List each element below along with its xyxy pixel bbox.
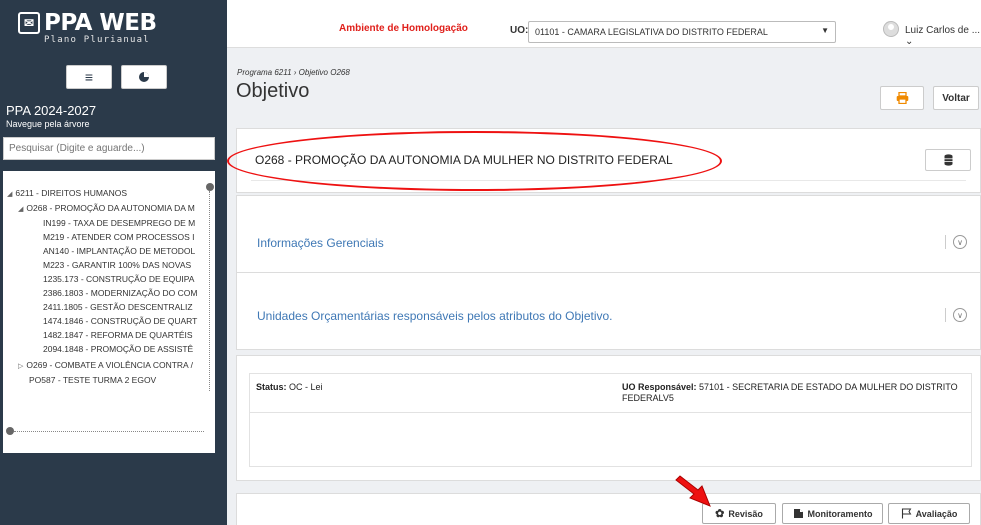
units-card: Unidades Orçamentárias responsáveis pelo…	[236, 272, 981, 350]
avaliacao-button[interactable]: Avaliação	[888, 503, 970, 524]
document-icon	[793, 509, 803, 518]
horizontal-scroll-handle[interactable]	[6, 427, 14, 435]
tree-item[interactable]: M223 - GARANTIR 100% DAS NOVAS	[43, 260, 191, 271]
highlight-ellipse	[227, 131, 722, 191]
collapsed-arrow-icon[interactable]: ▷	[18, 363, 23, 370]
brand-subtitle: Plano Plurianual	[44, 35, 150, 45]
hamburger-icon: ≡	[84, 69, 94, 85]
gear-icon: ✿	[715, 508, 725, 520]
status-card: Status: OC - Lei UO Responsável: 57101 -…	[236, 355, 981, 481]
tree-item[interactable]: 1474.1846 - CONSTRUÇÃO DE QUART	[43, 316, 197, 327]
tree-item[interactable]: 1482.1847 - REFORMA DE QUARTÉIS	[43, 330, 193, 341]
caret-down-icon: ▼	[821, 26, 829, 35]
tree-item[interactable]: 2386.1803 - MODERNIZAÇÃO DO COM	[43, 288, 197, 299]
tree-panel: ◢ 6211 - DIREITOS HUMANOS ◢ O268 - PROMOÇÃ…	[3, 171, 215, 453]
red-arrow-icon	[675, 475, 711, 507]
tree-item[interactable]: ▷ O269 - COMBATE A VIOLÊNCIA CONTRA /	[18, 360, 193, 372]
menu-toggle-button[interactable]: ≡	[66, 65, 112, 89]
back-button[interactable]: Voltar	[933, 86, 979, 110]
expand-chevron-icon[interactable]: ∨	[953, 235, 967, 249]
tree-item[interactable]: 2411.1805 - GESTÃO DESCENTRALIZ	[43, 302, 193, 313]
tree-item[interactable]: PO587 - TESTE TURMA 2 EGOV	[29, 375, 156, 386]
print-icon	[896, 92, 908, 104]
ppa-subtitle: Navegue pela árvore	[6, 119, 90, 129]
logo-icon: ✉	[18, 12, 40, 34]
tree-item[interactable]: ◢ O268 - PROMOÇÃO DA AUTONOMIA DA M	[18, 203, 195, 215]
chevron-down-icon: ⌄	[905, 36, 914, 47]
vertical-scroll-track[interactable]	[209, 191, 210, 391]
breadcrumb[interactable]: Programa 6211 › Objetivo O268	[237, 68, 350, 77]
pie-chart-icon	[139, 72, 149, 82]
vertical-scroll-handle[interactable]	[206, 183, 214, 191]
environment-label: Ambiente de Homologação	[339, 23, 468, 34]
divider	[250, 412, 971, 413]
info-card: Informações Gerenciais ∨	[236, 195, 981, 273]
brand-name: PPA WEB	[44, 10, 157, 36]
expand-chevron-icon[interactable]: ∨	[953, 308, 967, 322]
units-section-title[interactable]: Unidades Orçamentárias responsáveis pelo…	[257, 309, 613, 323]
uo-select[interactable]: 01101 - CAMARA LEGISLATIVA DO DISTRITO F…	[528, 21, 836, 43]
info-section-title[interactable]: Informações Gerenciais	[257, 236, 384, 250]
sidebar: ✉ PPA WEB Plano Plurianual ≡ PPA 2024-20…	[0, 0, 227, 525]
tree-item[interactable]: 2094.1848 - PROMOÇÃO DE ASSISTÊ	[43, 344, 193, 355]
app-logo[interactable]: ✉ PPA WEB Plano Plurianual	[18, 10, 157, 50]
divider	[945, 235, 946, 249]
divider	[945, 308, 946, 322]
ppa-title: PPA 2024-2027	[6, 103, 97, 118]
uo-responsible-text: UO Responsável: 57101 - SECRETARIA DE ES…	[622, 382, 958, 403]
tree-item[interactable]: 1235.173 - CONSTRUÇÃO DE EQUIPA	[43, 274, 194, 285]
print-button[interactable]	[880, 86, 924, 110]
chart-toggle-button[interactable]	[121, 65, 167, 89]
database-button[interactable]	[925, 149, 971, 171]
top-bar: Ambiente de Homologação UO: 01101 - CAMA…	[227, 0, 981, 48]
tree-item[interactable]: IN199 - TAXA DE DESEMPREGO DE M	[43, 218, 195, 229]
uo-label: UO:	[510, 25, 529, 36]
expanded-arrow-icon[interactable]: ◢	[18, 206, 23, 213]
flag-icon	[901, 508, 912, 519]
page-title: Objetivo	[236, 80, 310, 102]
monitoramento-button[interactable]: Monitoramento	[782, 503, 883, 524]
avatar[interactable]	[883, 21, 899, 37]
expanded-arrow-icon[interactable]: ◢	[7, 191, 12, 198]
tree-item[interactable]: ◢ 6211 - DIREITOS HUMANOS	[7, 188, 127, 200]
tree-item[interactable]: M219 - ATENDER COM PROCESSOS I	[43, 232, 194, 243]
database-icon	[944, 154, 952, 166]
tree-search-input[interactable]	[3, 137, 215, 160]
tree-item[interactable]: AN140 - IMPLANTAÇÃO DE METODOL	[43, 246, 195, 257]
user-menu[interactable]: Luiz Carlos de ... ⌄	[905, 25, 981, 47]
horizontal-scroll-track[interactable]	[14, 431, 204, 432]
status-text: Status: OC - Lei	[256, 382, 323, 392]
